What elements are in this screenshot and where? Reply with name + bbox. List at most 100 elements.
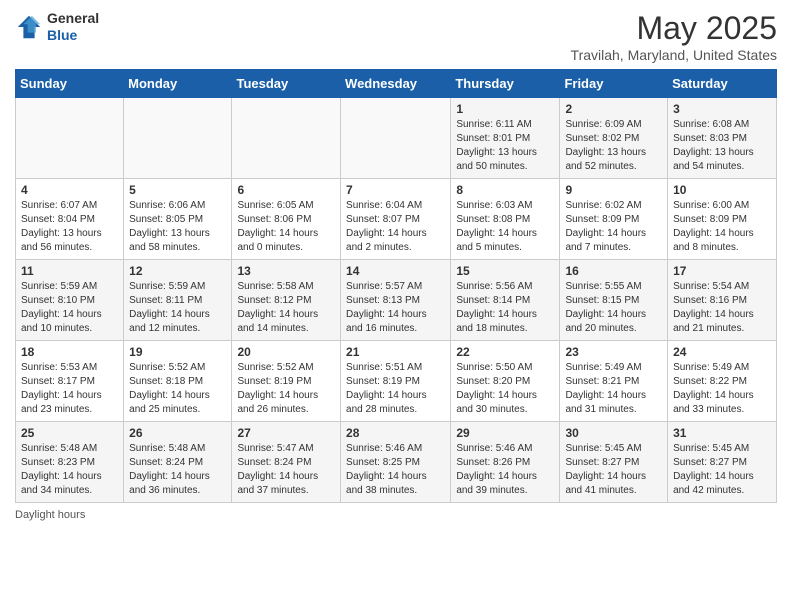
day-info: Sunrise: 6:11 AMSunset: 8:01 PMDaylight:… — [456, 118, 554, 174]
day-info: Sunrise: 6:03 AMSunset: 8:08 PMDaylight:… — [456, 199, 554, 255]
calendar-week: 18Sunrise: 5:53 AMSunset: 8:17 PMDayligh… — [16, 341, 777, 422]
footer: Daylight hours — [15, 509, 777, 521]
day-number: 8 — [456, 183, 554, 197]
calendar-table: SundayMondayTuesdayWednesdayThursdayFrid… — [15, 69, 777, 503]
calendar-cell: 4 Sunrise: 6:07 AMSunset: 8:04 PMDaylight… — [16, 179, 124, 260]
day-info: Sunrise: 6:05 AMSunset: 8:06 PMDaylight:… — [237, 199, 335, 255]
day-number: 9 — [565, 183, 662, 197]
calendar-cell: 28 Sunrise: 5:46 AMSunset: 8:25 PMDayligh… — [341, 422, 451, 503]
main-title: May 2025 — [571, 10, 777, 47]
day-number: 17 — [673, 264, 771, 278]
day-info: Sunrise: 5:45 AMSunset: 8:27 PMDaylight:… — [673, 442, 771, 498]
day-info: Sunrise: 5:46 AMSunset: 8:25 PMDaylight:… — [346, 442, 445, 498]
day-number: 4 — [21, 183, 118, 197]
calendar-cell: 12 Sunrise: 5:59 AMSunset: 8:11 PMDayligh… — [124, 260, 232, 341]
day-number: 22 — [456, 345, 554, 359]
day-number: 12 — [129, 264, 226, 278]
day-info: Sunrise: 5:52 AMSunset: 8:19 PMDaylight:… — [237, 361, 335, 417]
day-info: Sunrise: 5:58 AMSunset: 8:12 PMDaylight:… — [237, 280, 335, 336]
calendar-cell: 31 Sunrise: 5:45 AMSunset: 8:27 PMDayligh… — [668, 422, 777, 503]
calendar-cell — [341, 98, 451, 179]
weekday-header: Sunday — [16, 70, 124, 98]
day-number: 6 — [237, 183, 335, 197]
day-info: Sunrise: 6:04 AMSunset: 8:07 PMDaylight:… — [346, 199, 445, 255]
weekday-header: Wednesday — [341, 70, 451, 98]
weekday-header: Tuesday — [232, 70, 341, 98]
day-number: 24 — [673, 345, 771, 359]
day-info: Sunrise: 5:49 AMSunset: 8:21 PMDaylight:… — [565, 361, 662, 417]
title-block: May 2025 Travilah, Maryland, United Stat… — [571, 10, 777, 63]
day-info: Sunrise: 5:48 AMSunset: 8:24 PMDaylight:… — [129, 442, 226, 498]
calendar-cell: 23 Sunrise: 5:49 AMSunset: 8:21 PMDayligh… — [560, 341, 668, 422]
day-number: 29 — [456, 426, 554, 440]
calendar-cell: 2 Sunrise: 6:09 AMSunset: 8:02 PMDaylight… — [560, 98, 668, 179]
day-number: 28 — [346, 426, 445, 440]
day-number: 19 — [129, 345, 226, 359]
calendar-week: 25 Sunrise: 5:48 AMSunset: 8:23 PMDayligh… — [16, 422, 777, 503]
calendar-cell: 3 Sunrise: 6:08 AMSunset: 8:03 PMDaylight… — [668, 98, 777, 179]
day-info: Sunrise: 6:08 AMSunset: 8:03 PMDaylight:… — [673, 118, 771, 174]
day-number: 30 — [565, 426, 662, 440]
calendar-week: 4 Sunrise: 6:07 AMSunset: 8:04 PMDaylight… — [16, 179, 777, 260]
calendar-cell: 15Sunrise: 5:56 AMSunset: 8:14 PMDayligh… — [451, 260, 560, 341]
day-number: 3 — [673, 102, 771, 116]
day-info: Sunrise: 5:52 AMSunset: 8:18 PMDaylight:… — [129, 361, 226, 417]
day-number: 1 — [456, 102, 554, 116]
calendar-cell: 10Sunrise: 6:00 AMSunset: 8:09 PMDayligh… — [668, 179, 777, 260]
day-number: 14 — [346, 264, 445, 278]
page: General Blue May 2025 Travilah, Maryland… — [0, 0, 792, 531]
day-number: 23 — [565, 345, 662, 359]
day-info: Sunrise: 6:00 AMSunset: 8:09 PMDaylight:… — [673, 199, 771, 255]
footer-text: Daylight hours — [15, 509, 85, 521]
logo-general: General — [47, 10, 99, 26]
calendar-week: 11Sunrise: 5:59 AMSunset: 8:10 PMDayligh… — [16, 260, 777, 341]
calendar-cell: 11Sunrise: 5:59 AMSunset: 8:10 PMDayligh… — [16, 260, 124, 341]
day-number: 21 — [346, 345, 445, 359]
day-info: Sunrise: 5:48 AMSunset: 8:23 PMDaylight:… — [21, 442, 118, 498]
day-number: 18 — [21, 345, 118, 359]
day-info: Sunrise: 5:49 AMSunset: 8:22 PMDaylight:… — [673, 361, 771, 417]
calendar-week: 1 Sunrise: 6:11 AMSunset: 8:01 PMDaylight… — [16, 98, 777, 179]
calendar-cell: 5Sunrise: 6:06 AMSunset: 8:05 PMDaylight… — [124, 179, 232, 260]
calendar-cell: 14 Sunrise: 5:57 AMSunset: 8:13 PMDayligh… — [341, 260, 451, 341]
calendar-cell: 9 Sunrise: 6:02 AMSunset: 8:09 PMDaylight… — [560, 179, 668, 260]
calendar-cell: 24 Sunrise: 5:49 AMSunset: 8:22 PMDayligh… — [668, 341, 777, 422]
day-info: Sunrise: 5:55 AMSunset: 8:15 PMDaylight:… — [565, 280, 662, 336]
calendar-cell — [16, 98, 124, 179]
calendar-cell: 8 Sunrise: 6:03 AMSunset: 8:08 PMDaylight… — [451, 179, 560, 260]
calendar-cell: 16 Sunrise: 5:55 AMSunset: 8:15 PMDayligh… — [560, 260, 668, 341]
day-info: Sunrise: 6:02 AMSunset: 8:09 PMDaylight:… — [565, 199, 662, 255]
calendar-cell: 1 Sunrise: 6:11 AMSunset: 8:01 PMDaylight… — [451, 98, 560, 179]
calendar-cell — [124, 98, 232, 179]
day-number: 11 — [21, 264, 118, 278]
day-number: 20 — [237, 345, 335, 359]
day-info: Sunrise: 6:06 AMSunset: 8:05 PMDaylight:… — [129, 199, 226, 255]
day-info: Sunrise: 5:47 AMSunset: 8:24 PMDaylight:… — [237, 442, 335, 498]
calendar-cell: 13 Sunrise: 5:58 AMSunset: 8:12 PMDayligh… — [232, 260, 341, 341]
calendar-cell: 26Sunrise: 5:48 AMSunset: 8:24 PMDayligh… — [124, 422, 232, 503]
calendar-cell — [232, 98, 341, 179]
calendar-cell: 21Sunrise: 5:51 AMSunset: 8:19 PMDayligh… — [341, 341, 451, 422]
header-row: SundayMondayTuesdayWednesdayThursdayFrid… — [16, 70, 777, 98]
day-info: Sunrise: 5:45 AMSunset: 8:27 PMDaylight:… — [565, 442, 662, 498]
calendar-cell: 30 Sunrise: 5:45 AMSunset: 8:27 PMDayligh… — [560, 422, 668, 503]
calendar-cell: 19 Sunrise: 5:52 AMSunset: 8:18 PMDayligh… — [124, 341, 232, 422]
day-info: Sunrise: 5:59 AMSunset: 8:11 PMDaylight:… — [129, 280, 226, 336]
day-number: 25 — [21, 426, 118, 440]
day-info: Sunrise: 6:07 AMSunset: 8:04 PMDaylight:… — [21, 199, 118, 255]
calendar-cell: 22Sunrise: 5:50 AMSunset: 8:20 PMDayligh… — [451, 341, 560, 422]
day-info: Sunrise: 5:54 AMSunset: 8:16 PMDaylight:… — [673, 280, 771, 336]
day-number: 7 — [346, 183, 445, 197]
day-info: Sunrise: 6:09 AMSunset: 8:02 PMDaylight:… — [565, 118, 662, 174]
day-number: 16 — [565, 264, 662, 278]
weekday-header: Thursday — [451, 70, 560, 98]
calendar-cell: 18Sunrise: 5:53 AMSunset: 8:17 PMDayligh… — [16, 341, 124, 422]
day-info: Sunrise: 5:57 AMSunset: 8:13 PMDaylight:… — [346, 280, 445, 336]
calendar-cell: 6 Sunrise: 6:05 AMSunset: 8:06 PMDaylight… — [232, 179, 341, 260]
day-number: 2 — [565, 102, 662, 116]
subtitle: Travilah, Maryland, United States — [571, 47, 777, 63]
day-number: 13 — [237, 264, 335, 278]
day-number: 15 — [456, 264, 554, 278]
day-number: 31 — [673, 426, 771, 440]
logo-icon — [15, 13, 43, 41]
